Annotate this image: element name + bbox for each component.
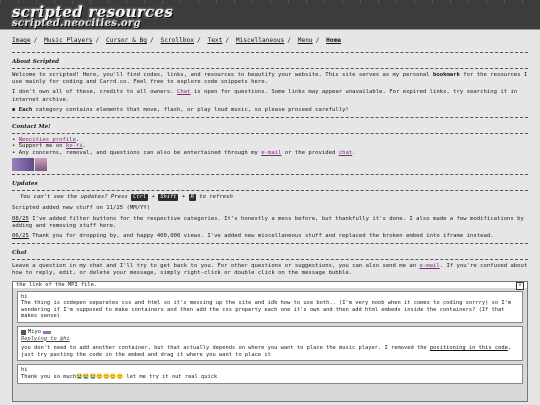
update-text: Thank you for dropping by, and happy 400… xyxy=(28,233,494,240)
nav-music-players[interactable]: Music Players xyxy=(44,37,92,44)
nav-miscellaneous[interactable]: Miscellaneous xyxy=(236,37,284,44)
chat-message[interactable]: hi The thing is codepen separates css an… xyxy=(17,290,523,324)
each-bold: Each xyxy=(18,106,33,113)
email-link[interactable]: e-mail xyxy=(261,150,281,156)
chat-link[interactable]: chat xyxy=(339,150,352,156)
update-date: 08/25 xyxy=(12,215,29,222)
update-entry: 08/25 I've added filter buttons for the … xyxy=(12,216,528,230)
contact-text: or the provided xyxy=(281,149,339,156)
site-banner: scripted resources scripted.neocities.or… xyxy=(0,0,540,30)
nav-sep: / xyxy=(33,37,38,44)
hint-text: to refresh xyxy=(195,194,233,201)
nav-cursor-bg[interactable]: Cursor & Bg xyxy=(106,37,147,44)
badge-image[interactable] xyxy=(35,158,47,172)
chat-message[interactable]: Miyo Replying to @hi you don't need to a… xyxy=(17,326,523,362)
nav-sep: / xyxy=(150,37,154,44)
nav-menu[interactable]: Menu xyxy=(298,37,313,44)
message-body: you don't need to add another container,… xyxy=(21,345,519,358)
neocities-profile-link[interactable]: Neocities profile xyxy=(19,137,76,143)
about-text: Welcome to scripted! Here, you'll find c… xyxy=(12,72,433,78)
divider xyxy=(12,243,528,245)
divider xyxy=(12,174,528,176)
avatar xyxy=(21,329,26,335)
nav-scrollbox[interactable]: Scrollbox xyxy=(160,37,194,44)
update-date: 06/25 xyxy=(12,233,29,240)
nav-sep: / xyxy=(225,37,230,44)
kbd-r: R xyxy=(188,194,196,201)
kbd-ctrl: Ctrl xyxy=(131,194,149,201)
nav-sep: / xyxy=(315,37,320,44)
plus: + xyxy=(148,194,159,201)
divider xyxy=(12,68,528,69)
chat-text: Leave a question in my chat and I'll try… xyxy=(12,263,420,270)
message-text: you don't need to add another container,… xyxy=(21,345,430,352)
updates-line: Scripted added new stuff on 11/25 (MM/YY… xyxy=(12,205,151,212)
nav-home[interactable]: Home xyxy=(326,37,341,44)
reply-indicator[interactable]: Replying to @hi xyxy=(21,336,519,343)
contact-text: • Support me on xyxy=(12,143,66,150)
content: About Scripted Welcome to scripted! Here… xyxy=(0,52,540,402)
email-link[interactable]: e-mail xyxy=(420,263,440,269)
contact-list: • Neocities profile. • Support me on ko-… xyxy=(12,137,528,156)
kbd-shift: Shift xyxy=(158,194,179,201)
plus: + xyxy=(178,194,189,201)
author-badge xyxy=(42,330,51,334)
updates-heading: Updates xyxy=(12,181,38,188)
contact-heading: Contact Me! xyxy=(12,124,51,131)
nav-image[interactable]: Image xyxy=(12,37,31,44)
divider xyxy=(12,133,528,135)
message-author: Miyo xyxy=(21,329,519,336)
about-paragraph-1: Welcome to scripted! Here, you'll find c… xyxy=(12,72,528,86)
refresh-hint: You can't see the updates? Press Ctrl + … xyxy=(12,194,528,201)
bookmark-bold: bookmark xyxy=(432,72,460,78)
nav-sep: / xyxy=(287,37,292,44)
nav-text[interactable]: Text xyxy=(207,37,222,44)
punct: . xyxy=(76,137,80,144)
nav-sep: / xyxy=(197,37,201,44)
top-nav: Image / Music Players / Cursor & Bg / Scrol… xyxy=(0,30,540,49)
update-entry: 06/25 Thank you for dropping by, and hap… xyxy=(12,233,528,240)
site-logo[interactable]: scripted resources scripted.neocities.or… xyxy=(12,5,173,29)
author-name: Miyo xyxy=(28,329,41,336)
chat-link[interactable]: Chat xyxy=(177,89,190,95)
about-text: I don't own all of these, credits to all… xyxy=(12,89,178,96)
chat-heading: Chat xyxy=(12,250,27,257)
warning-icon: ⚉ xyxy=(12,106,16,113)
about-text: category contains elements that move, fl… xyxy=(32,106,349,113)
bullet: • xyxy=(12,137,19,144)
close-icon[interactable]: ✕ xyxy=(516,281,524,290)
chat-top-line: the link of the MP3 file. xyxy=(13,281,527,288)
chat-intro: Leave a question in my chat and I'll try… xyxy=(12,263,528,277)
badges xyxy=(12,158,528,172)
about-paragraph-2: I don't own all of these, credits to all… xyxy=(12,89,528,103)
contact-item: • Any concerns, removal, and questions c… xyxy=(12,150,528,156)
divider xyxy=(12,52,528,53)
kofi-link[interactable]: ko-fi xyxy=(66,143,83,149)
punct: . xyxy=(352,149,356,156)
positioning-code-link[interactable]: positioning in this code xyxy=(430,345,508,351)
update-text: I've added filter buttons for the respec… xyxy=(12,215,524,229)
chat-message[interactable]: hi Thank you so much😭😭😭😊😊😊😊 let me try i… xyxy=(17,364,523,384)
about-paragraph-3: ⚉ Each category contains elements that m… xyxy=(12,107,528,114)
divider xyxy=(12,117,528,119)
divider xyxy=(12,259,528,261)
badge-image[interactable] xyxy=(12,158,34,172)
hint-text: You can't see the updates? Press xyxy=(20,194,132,201)
contact-text: • Any concerns, removal, and questions c… xyxy=(12,149,262,156)
chat-embed[interactable]: the link of the MP3 file. ✕ hi The thing… xyxy=(12,280,528,402)
about-heading: About Scripted xyxy=(12,59,60,65)
punct: . xyxy=(82,143,87,150)
divider xyxy=(12,190,528,192)
nav-sep: / xyxy=(95,37,100,44)
